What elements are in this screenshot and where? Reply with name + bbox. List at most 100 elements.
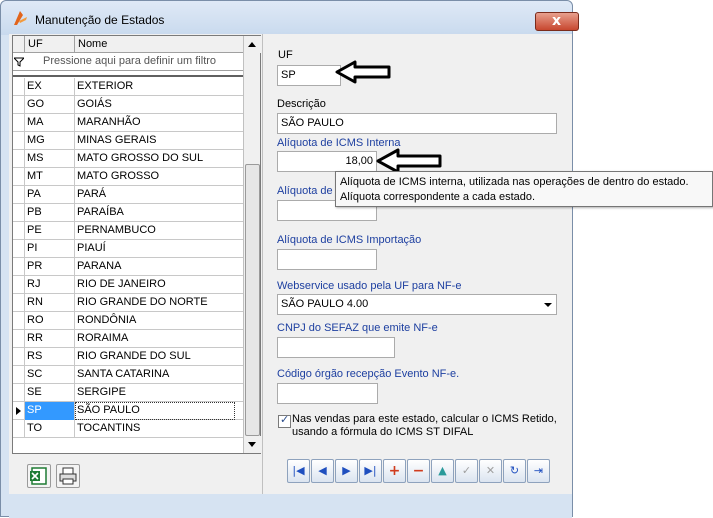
table-row[interactable]: PI PIAUÍ [13, 240, 243, 258]
cell-nome[interactable]: GOIÁS [75, 96, 235, 114]
filter-row[interactable]: Pressione aqui para definir um filtro [13, 53, 243, 71]
filter-placeholder: Pressione aqui para definir um filtro [43, 55, 217, 67]
column-header-uf[interactable]: UF [25, 36, 75, 53]
cell-nome[interactable]: SANTA CATARINA [75, 366, 235, 384]
scroll-thumb[interactable] [245, 164, 260, 436]
cell-uf[interactable]: SC [25, 366, 75, 384]
cell-uf[interactable]: MT [25, 168, 75, 186]
cell-uf[interactable]: RR [25, 330, 75, 348]
print-button[interactable] [56, 464, 80, 488]
icms-importacao-field[interactable] [277, 249, 377, 270]
table-row[interactable]: GO GOIÁS [13, 96, 243, 114]
close-button[interactable]: x [535, 12, 579, 31]
table-row[interactable]: MA MARANHÃO [13, 114, 243, 132]
states-grid[interactable]: UF Nome Pressione aqui para definir um f… [12, 35, 261, 454]
cell-nome[interactable]: SERGIPE [75, 384, 235, 402]
cell-nome[interactable]: RIO GRANDE DO SUL [75, 348, 235, 366]
cell-nome[interactable]: RONDÔNIA [75, 312, 235, 330]
cell-nome[interactable]: MINAS GERAIS [75, 132, 235, 150]
uf-field[interactable]: SP [277, 65, 341, 86]
cell-nome[interactable]: MARANHÃO [75, 114, 235, 132]
cell-nome[interactable]: PARÁ [75, 186, 235, 204]
webservice-select[interactable]: SÃO PAULO 4.00 [277, 294, 557, 315]
table-row[interactable]: SP SÃO PAULO [13, 402, 243, 420]
table-row[interactable]: EX EXTERIOR [13, 78, 243, 96]
cell-uf[interactable]: PI [25, 240, 75, 258]
cell-nome[interactable]: EXTERIOR [75, 78, 235, 96]
table-row[interactable]: TO TOCANTINS [13, 420, 243, 438]
scroll-up-button[interactable] [244, 36, 261, 53]
table-row[interactable]: PA PARÁ [13, 186, 243, 204]
app-logo-icon [14, 11, 27, 25]
insert-record-button[interactable]: + [383, 459, 406, 483]
column-header-nome[interactable]: Nome [75, 36, 243, 53]
cell-uf[interactable]: TO [25, 420, 75, 438]
table-row[interactable]: PR PARANA [13, 258, 243, 276]
table-row[interactable]: MT MATO GROSSO [13, 168, 243, 186]
row-indicator [13, 114, 25, 132]
table-row[interactable]: PB PARAÍBA [13, 204, 243, 222]
chevron-down-icon[interactable] [541, 298, 554, 311]
cell-uf[interactable]: RS [25, 348, 75, 366]
table-row[interactable]: RO RONDÔNIA [13, 312, 243, 330]
table-row[interactable]: MS MATO GROSSO DO SUL [13, 150, 243, 168]
table-row[interactable]: SC SANTA CATARINA [13, 366, 243, 384]
cell-uf[interactable]: MS [25, 150, 75, 168]
printer-icon [59, 467, 77, 485]
cell-uf[interactable]: RN [25, 294, 75, 312]
cell-nome[interactable]: PIAUÍ [75, 240, 235, 258]
icms-interna-field[interactable]: 18,00 [277, 151, 377, 172]
cancel-record-button[interactable]: ✕ [479, 459, 502, 483]
cell-uf[interactable]: MA [25, 114, 75, 132]
cnpj-field[interactable] [277, 337, 395, 358]
codigo-orgao-field[interactable] [277, 383, 378, 404]
table-row[interactable]: RJ RIO DE JANEIRO [13, 276, 243, 294]
grid-vertical-scrollbar[interactable] [243, 36, 261, 453]
cell-uf[interactable]: PE [25, 222, 75, 240]
cell-nome[interactable]: MATO GROSSO [75, 168, 235, 186]
cell-uf[interactable]: PB [25, 204, 75, 222]
title-bar[interactable]: Manutenção de Estados [1, 1, 572, 35]
cell-nome[interactable]: RORAIMA [75, 330, 235, 348]
table-row[interactable]: SE SERGIPE [13, 384, 243, 402]
next-record-button[interactable]: ▶ [335, 459, 358, 483]
delete-record-button[interactable]: − [407, 459, 430, 483]
checkbox-label[interactable]: Nas vendas para este estado, calcular o … [292, 413, 562, 439]
checkbox-label-line2: usando a fórmula do ICMS ST DIFAL [292, 426, 474, 438]
first-record-button[interactable]: |◀ [287, 459, 310, 483]
descricao-field[interactable]: SÃO PAULO [277, 113, 557, 134]
panel-splitter[interactable] [262, 34, 263, 494]
cell-nome[interactable]: RIO GRANDE DO NORTE [75, 294, 235, 312]
last-record-button[interactable]: ▶| [359, 459, 382, 483]
cell-uf[interactable]: MG [25, 132, 75, 150]
prior-record-button[interactable]: ◀ [311, 459, 334, 483]
refresh-button[interactable]: ↻ [503, 459, 526, 483]
scroll-down-button[interactable] [244, 436, 261, 453]
cell-nome[interactable]: PERNAMBUCO [75, 222, 235, 240]
cell-uf[interactable]: PA [25, 186, 75, 204]
export-excel-button[interactable] [27, 464, 51, 488]
table-row[interactable]: RN RIO GRANDE DO NORTE [13, 294, 243, 312]
edit-record-button[interactable]: ▲ [431, 459, 454, 483]
cell-nome[interactable]: PARAÍBA [75, 204, 235, 222]
cell-nome[interactable]: PARANA [75, 258, 235, 276]
table-row[interactable]: PE PERNAMBUCO [13, 222, 243, 240]
calcular-icms-retido-checkbox[interactable] [278, 413, 291, 428]
cell-uf[interactable]: SP [25, 402, 75, 420]
table-row[interactable]: RS RIO GRANDE DO SUL [13, 348, 243, 366]
cell-nome[interactable]: TOCANTINS [75, 420, 235, 438]
cell-uf[interactable]: SE [25, 384, 75, 402]
table-row[interactable]: MG MINAS GERAIS [13, 132, 243, 150]
cell-uf[interactable]: GO [25, 96, 75, 114]
cell-uf[interactable]: EX [25, 78, 75, 96]
cell-uf[interactable]: RJ [25, 276, 75, 294]
cell-uf[interactable]: RO [25, 312, 75, 330]
cell-uf[interactable]: PR [25, 258, 75, 276]
post-record-button[interactable]: ✓ [455, 459, 478, 483]
cell-nome[interactable]: RIO DE JANEIRO [75, 276, 235, 294]
cell-nome[interactable]: SÃO PAULO [75, 402, 235, 420]
icms-importacao-label: Alíquota de ICMS Importação [277, 234, 422, 246]
table-row[interactable]: RR RORAIMA [13, 330, 243, 348]
cell-nome[interactable]: MATO GROSSO DO SUL [75, 150, 235, 168]
exit-button[interactable]: ⇥ [527, 459, 550, 483]
